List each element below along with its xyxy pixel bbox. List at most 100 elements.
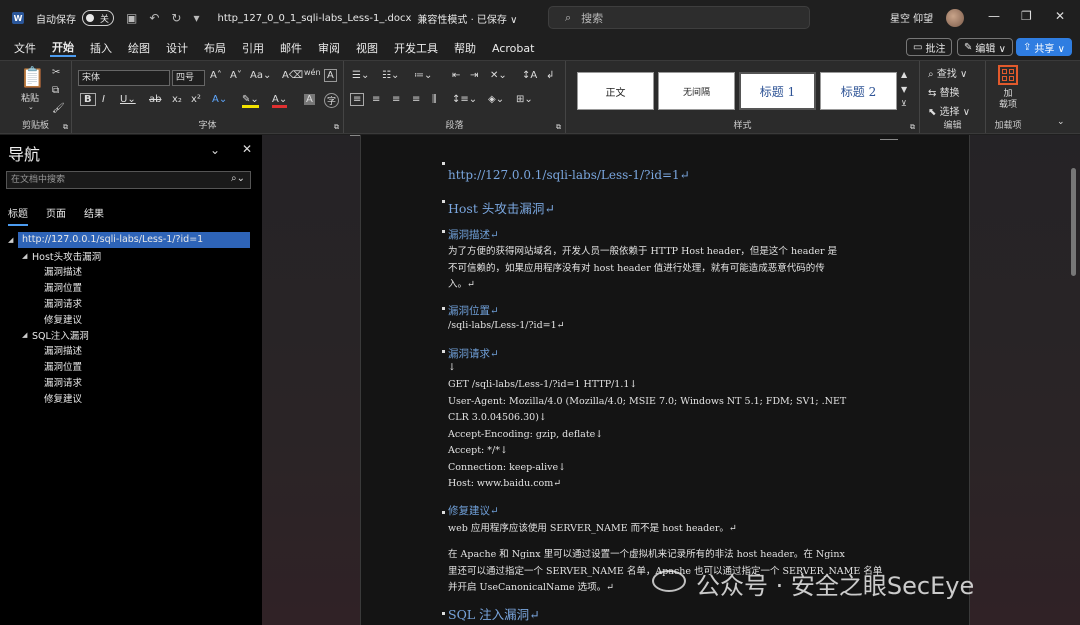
nav-tree-item[interactable]: 漏洞请求: [0, 295, 262, 311]
expand-arrow-icon[interactable]: ◢: [22, 252, 32, 260]
distributed-icon[interactable]: ⫼: [432, 94, 437, 105]
styles-more-icon[interactable]: ⊻: [901, 99, 907, 108]
doc-desc-line[interactable]: 入。↵: [448, 276, 475, 290]
strikethrough-icon[interactable]: ab: [149, 94, 161, 105]
show-marks-icon[interactable]: ↲: [546, 70, 554, 81]
menu-tab-6[interactable]: 引用: [240, 40, 266, 56]
doc-req-heading[interactable]: 漏洞请求↵: [448, 346, 499, 361]
style-normal[interactable]: 正文: [577, 72, 654, 110]
menu-tab-8[interactable]: 审阅: [316, 40, 342, 56]
align-left-icon[interactable]: ≡: [350, 93, 365, 106]
avatar[interactable]: [946, 9, 964, 27]
subscript-icon[interactable]: x₂: [172, 94, 182, 105]
borders-icon[interactable]: ⊞⌄: [516, 94, 533, 105]
doc-request-line[interactable]: User-Agent: Mozilla/4.0 (Mozilla/4.0; MS…: [448, 396, 846, 407]
doc-fix-line[interactable]: 并开启 UseCanonicalName 选项。↵: [448, 579, 614, 593]
undo-icon[interactable]: ↶: [149, 11, 159, 25]
menu-tab-1[interactable]: 开始: [50, 39, 76, 57]
bold-icon[interactable]: B: [80, 93, 96, 106]
font-name-combo[interactable]: 宋体: [78, 70, 170, 86]
nav-options-icon[interactable]: ⌄: [210, 143, 220, 157]
copy-icon[interactable]: ⧉: [52, 85, 59, 96]
nav-tree-item[interactable]: 漏洞描述: [0, 264, 262, 280]
chinese-layout-icon[interactable]: ✕⌄: [490, 70, 507, 81]
nav-tree-item[interactable]: ◢ SQL注入漏洞: [0, 327, 262, 343]
clear-formatting-icon[interactable]: A⌫: [282, 70, 303, 81]
doc-fix-line[interactable]: web 应用程序应该使用 SERVER_NAME 而不是 host header…: [448, 520, 737, 534]
minimize-icon[interactable]: —: [988, 9, 1000, 23]
doc-desc-line[interactable]: 不可信赖的，如果应用程序没有对 host header 值进行处理，就有可能造成…: [448, 260, 825, 274]
style-no-spacing[interactable]: 无间隔: [658, 72, 735, 110]
doc-host-heading[interactable]: Host 头攻击漏洞↵: [448, 198, 555, 217]
menu-tab-11[interactable]: 帮助: [452, 40, 478, 56]
font-launcher-icon[interactable]: ⧉: [334, 123, 339, 132]
save-icon[interactable]: ▣: [126, 11, 137, 25]
doc-request-line[interactable]: Host: www.baidu.com↵: [448, 478, 561, 489]
nav-tree-item[interactable]: ◢ Host头攻击漏洞: [0, 248, 262, 264]
menu-tab-9[interactable]: 视图: [354, 40, 380, 56]
doc-request-line[interactable]: Connection: keep-alive↓: [448, 462, 566, 473]
nav-tab-headings[interactable]: 标题: [8, 205, 28, 226]
doc-url-title[interactable]: http://127.0.0.1/sqli-labs/Less-1/?id=1↵: [448, 168, 690, 182]
style-heading-2[interactable]: 标题 2: [820, 72, 897, 110]
search-box[interactable]: ⌕ 搜索: [548, 6, 810, 29]
numbering-icon[interactable]: ☷⌄: [382, 70, 399, 81]
shrink-font-icon[interactable]: A˅: [230, 70, 242, 81]
font-size-combo[interactable]: 四号: [172, 70, 205, 86]
addins-icon[interactable]: [998, 65, 1018, 85]
italic-icon[interactable]: I: [102, 94, 105, 105]
format-painter-icon[interactable]: 🖌: [52, 103, 65, 114]
align-right-icon[interactable]: ≡: [392, 94, 400, 105]
addins-button-label[interactable]: 加 载项: [996, 89, 1020, 111]
nav-search-icon[interactable]: ⌕⌄: [231, 173, 245, 184]
menu-tab-7[interactable]: 邮件: [278, 40, 304, 56]
style-heading-1[interactable]: 标题 1: [739, 72, 816, 110]
styles-launcher-icon[interactable]: ⧉: [910, 123, 915, 132]
expand-arrow-icon[interactable]: ◢: [22, 331, 32, 339]
maximize-icon[interactable]: ❐: [1021, 9, 1032, 23]
character-border-icon[interactable]: A: [324, 69, 337, 82]
nav-tree-item[interactable]: 修复建议: [0, 390, 262, 406]
nav-tab-results[interactable]: 结果: [84, 205, 104, 226]
comment-button[interactable]: ▭ 批注: [906, 38, 953, 56]
menu-tab-0[interactable]: 文件: [12, 40, 38, 56]
shading-icon[interactable]: ◈⌄: [488, 94, 504, 105]
document-mode[interactable]: 兼容性模式 · 已保存 ∨: [417, 11, 517, 26]
styles-scroll-down-icon[interactable]: ▼: [901, 85, 907, 94]
doc-request-line[interactable]: CLR 3.0.04506.30)↓: [448, 412, 547, 423]
doc-loc-text[interactable]: /sqli-labs/Less-1/?id=1↵: [448, 320, 565, 331]
nav-tree-item[interactable]: 修复建议: [0, 311, 262, 327]
font-color-icon[interactable]: A⌄: [272, 94, 288, 108]
replace-button[interactable]: ⇆ 替换: [928, 84, 960, 99]
grow-font-icon[interactable]: A˄: [210, 70, 222, 81]
find-button[interactable]: ⌕ 查找 ∨: [928, 65, 967, 80]
clipboard-launcher-icon[interactable]: ⧉: [63, 123, 68, 132]
sort-icon[interactable]: ↕A: [522, 70, 537, 81]
menu-tab-3[interactable]: 绘图: [126, 40, 152, 56]
decrease-indent-icon[interactable]: ⇤: [452, 70, 460, 81]
nav-tab-pages[interactable]: 页面: [46, 205, 66, 226]
autosave-toggle[interactable]: 关: [82, 10, 114, 26]
superscript-icon[interactable]: x²: [191, 94, 201, 105]
nav-tree-item[interactable]: 漏洞请求: [0, 374, 262, 390]
doc-request-line[interactable]: GET /sqli-labs/Less-1/?id=1 HTTP/1.1↓: [448, 379, 637, 390]
user-name[interactable]: 星空 仰望: [890, 10, 933, 25]
styles-scroll-up-icon[interactable]: ▲: [901, 70, 907, 79]
doc-sql-heading[interactable]: SQL 注入漏洞↵: [448, 604, 540, 623]
customize-qat-icon[interactable]: ▾: [193, 11, 199, 25]
edit-mode-button[interactable]: ✎ 编辑 ∨: [957, 38, 1013, 56]
paragraph-launcher-icon[interactable]: ⧉: [556, 123, 561, 132]
cut-icon[interactable]: ✂: [52, 67, 60, 78]
redo-icon[interactable]: ↻: [171, 11, 181, 25]
multilevel-list-icon[interactable]: ≔⌄: [414, 70, 432, 81]
doc-fix-heading[interactable]: 修复建议↵: [448, 503, 499, 518]
collapse-ribbon-icon[interactable]: ⌄: [1057, 117, 1065, 127]
expand-arrow-icon[interactable]: ◢: [8, 236, 22, 244]
nav-tree-item[interactable]: 漏洞位置: [0, 358, 262, 374]
nav-tree-item[interactable]: 漏洞位置: [0, 279, 262, 295]
justify-icon[interactable]: ≡: [412, 94, 420, 105]
menu-tab-12[interactable]: Acrobat: [490, 42, 536, 55]
doc-req-blank[interactable]: ↓: [448, 362, 456, 373]
increase-indent-icon[interactable]: ⇥: [470, 70, 478, 81]
enclose-characters-icon[interactable]: 字: [324, 93, 340, 108]
